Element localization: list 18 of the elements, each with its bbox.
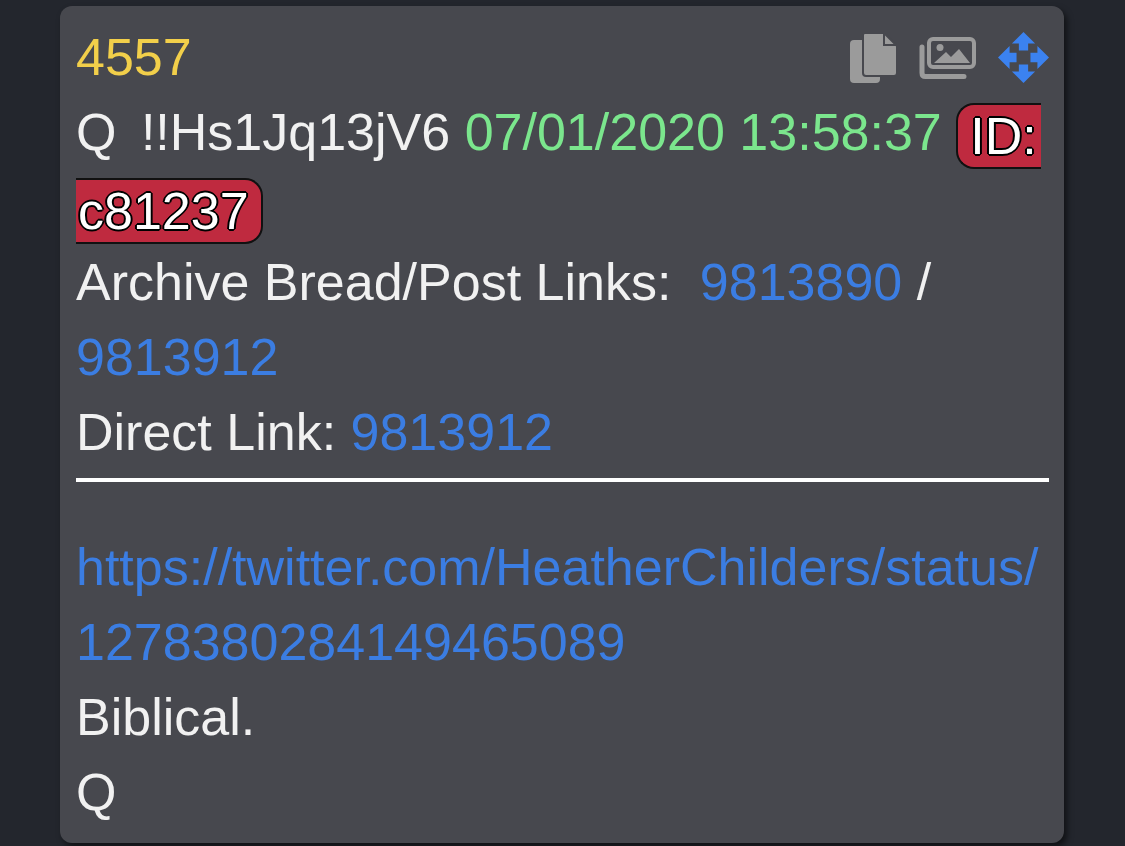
tripcode: !!Hs1Jq13jV6: [140, 103, 451, 161]
post-link[interactable]: 9813912: [76, 328, 279, 386]
poster-id-value: c81237: [76, 178, 263, 245]
post-text: Q: [76, 763, 117, 821]
tweet-link[interactable]: https://twitter.com/HeatherChilders/status/1278380284149465089: [76, 530, 1049, 680]
copy-icon[interactable]: [850, 32, 897, 83]
timestamp: 07/01/2020 13:58:37: [464, 103, 942, 161]
post-link[interactable]: 9813890: [699, 253, 903, 311]
link-separator: /: [916, 253, 932, 311]
move-icon[interactable]: [998, 32, 1049, 83]
post-text: Biblical.: [76, 688, 256, 746]
author-name: Q: [76, 103, 117, 161]
direct-link-label: Direct Link:: [76, 403, 337, 461]
post-number: 4557: [76, 27, 192, 88]
images-icon[interactable]: [919, 36, 976, 79]
poster-id-label: ID:: [956, 103, 1041, 170]
direct-link[interactable]: 9813912: [350, 403, 553, 461]
archive-links-label: Archive Bread/Post Links:: [76, 253, 672, 311]
